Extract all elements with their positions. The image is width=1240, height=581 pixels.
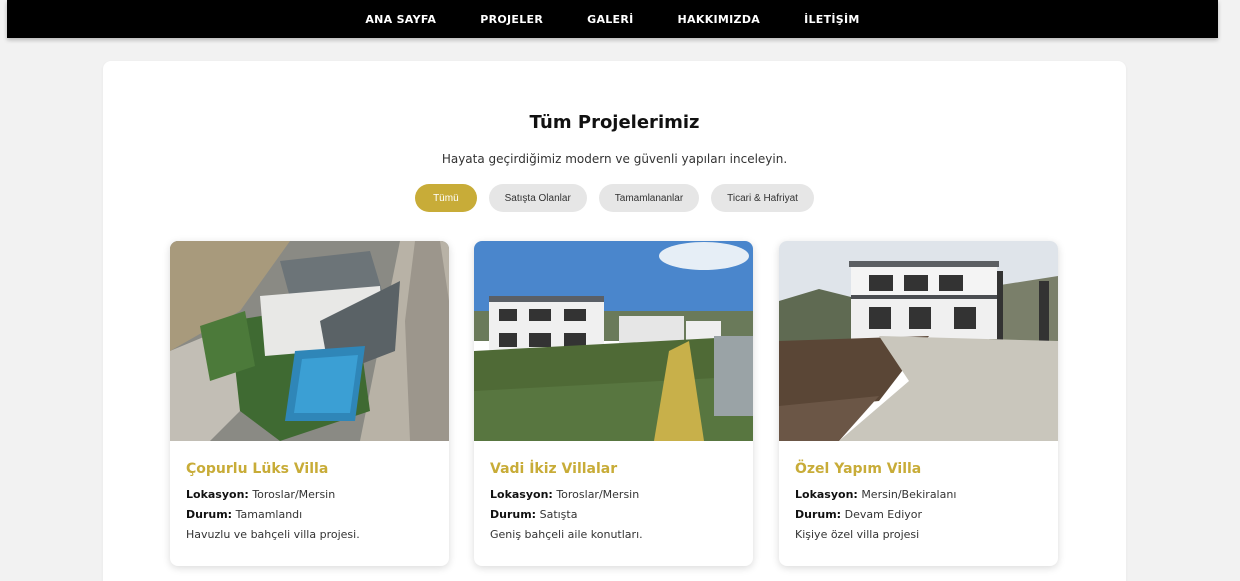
project-location: Lokasyon: Toroslar/Mersin	[186, 488, 336, 501]
card-body: Çopurlu Lüks Villa Lokasyon: Toroslar/Me…	[170, 441, 449, 545]
nav-gallery-link[interactable]: GALERİ	[565, 13, 655, 26]
project-title[interactable]: Vadi İkiz Villalar	[490, 461, 737, 477]
projects-panel: Tüm Projelerimiz Hayata geçirdiğimiz mod…	[103, 61, 1126, 581]
card-body: Vadi İkiz Villalar Lokasyon: Toroslar/Me…	[474, 441, 753, 545]
project-photo-custom-villa	[779, 241, 1058, 441]
project-location: Lokasyon: Toroslar/Mersin	[490, 488, 640, 501]
nav-about-link[interactable]: HAKKIMIZDA	[656, 13, 783, 26]
project-location: Lokasyon: Mersin/Bekiralanı	[795, 488, 957, 501]
filter-for-sale-button[interactable]: Satışta Olanlar	[488, 184, 587, 212]
project-description: Havuzlu ve bahçeli villa projesi.	[186, 528, 360, 541]
project-description: Geniş bahçeli aile konutları.	[490, 528, 643, 541]
project-status: Durum: Satışta	[490, 508, 578, 521]
card-body: Özel Yapım Villa Lokasyon: Mersin/Bekira…	[779, 441, 1058, 545]
filter-completed-button[interactable]: Tamamlananlar	[598, 184, 700, 212]
project-card[interactable]: Vadi İkiz Villalar Lokasyon: Toroslar/Me…	[474, 241, 753, 566]
project-card[interactable]: Çopurlu Lüks Villa Lokasyon: Toroslar/Me…	[170, 241, 449, 566]
project-photo-villa-pool	[170, 241, 449, 441]
page-subtitle: Hayata geçirdiğimiz modern ve güvenli ya…	[441, 152, 788, 166]
top-navbar: ANA SAYFA PROJELER GALERİ HAKKIMIZDA İLE…	[7, 0, 1218, 38]
filter-all-button[interactable]: Tümü	[415, 184, 477, 212]
project-status: Durum: Tamamlandı	[186, 508, 303, 521]
project-title[interactable]: Özel Yapım Villa	[795, 461, 1042, 477]
filter-bar: Tümü Satışta Olanlar Tamamlananlar Ticar…	[103, 184, 1126, 212]
page-title: Tüm Projelerimiz	[529, 112, 700, 133]
nav-projects-link[interactable]: PROJELER	[458, 13, 565, 26]
nav-contact-link[interactable]: İLETİŞİM	[782, 13, 882, 26]
project-description: Kişiye özel villa projesi	[795, 528, 920, 541]
project-photo-twin-villas	[474, 241, 753, 441]
project-title[interactable]: Çopurlu Lüks Villa	[186, 461, 433, 477]
filter-commercial-button[interactable]: Ticari & Hafriyat	[711, 184, 814, 212]
project-card[interactable]: Özel Yapım Villa Lokasyon: Mersin/Bekira…	[779, 241, 1058, 566]
nav-home-link[interactable]: ANA SAYFA	[343, 13, 458, 26]
project-status: Durum: Devam Ediyor	[795, 508, 923, 521]
